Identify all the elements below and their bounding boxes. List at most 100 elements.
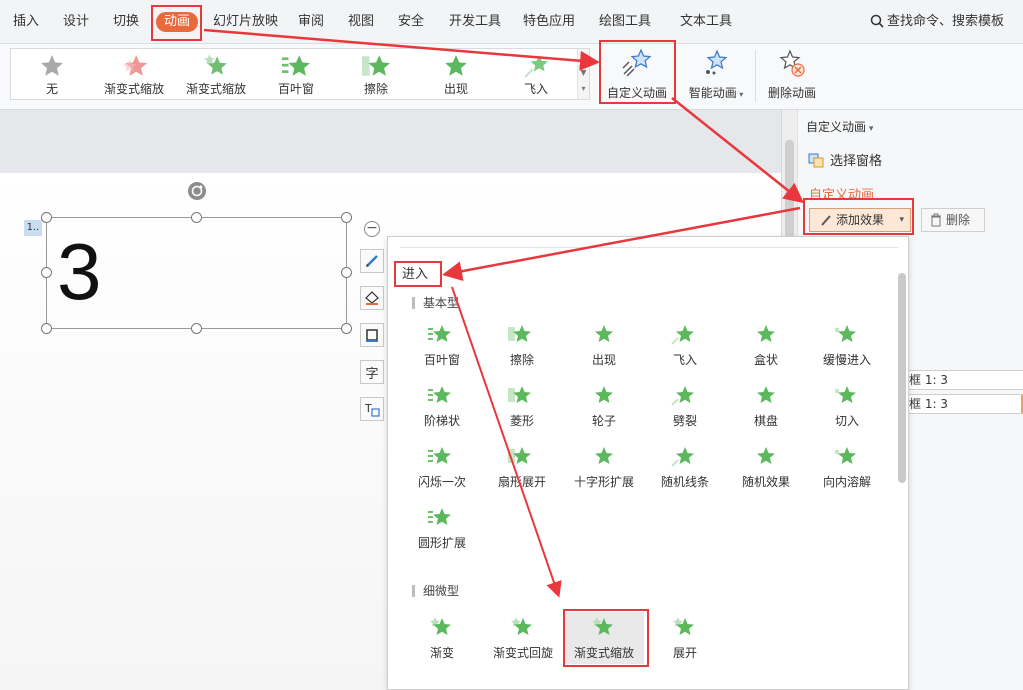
scroll-down-icon[interactable]: ▼ <box>578 65 589 81</box>
gallery-item-fly-in[interactable]: 飞入 <box>501 52 571 98</box>
collapse-toolbar-icon[interactable]: − <box>364 221 380 237</box>
effect-item-label: 切入 <box>807 412 887 429</box>
subtle-effect-item[interactable]: 展开 <box>645 612 725 664</box>
rotate-handle-icon[interactable] <box>188 182 206 200</box>
dropdown-scrollbar[interactable] <box>898 273 906 483</box>
menu-insert[interactable]: 插入 <box>13 12 39 32</box>
effect-item[interactable]: 闪烁一次 <box>402 441 482 493</box>
resize-handle[interactable] <box>191 212 202 223</box>
text-box-content: 3 <box>57 224 102 320</box>
effect-star-icon <box>428 383 456 407</box>
menu-developer[interactable]: 开发工具 <box>449 12 501 32</box>
resize-handle[interactable] <box>41 212 52 223</box>
gallery-item-fade-zoom-2[interactable]: 渐变式缩放 <box>179 52 253 98</box>
wipe-star-icon <box>362 53 390 79</box>
menu-slideshow[interactable]: 幻灯片放映 <box>213 12 278 32</box>
effect-star-icon <box>833 444 861 468</box>
effect-item[interactable]: 圆形扩展 <box>402 502 482 554</box>
effect-item-label: 随机效果 <box>726 473 806 490</box>
menu-text-tools[interactable]: 文本工具 <box>680 12 732 32</box>
effect-star-icon <box>590 322 618 346</box>
delete-effect-button[interactable]: 删除 <box>921 208 985 232</box>
effect-item-label: 圆形扩展 <box>402 534 482 551</box>
effect-item[interactable]: 随机效果 <box>726 441 806 493</box>
group-subtle-label: 细微型 <box>412 585 459 597</box>
gallery-item-wipe[interactable]: 擦除 <box>341 52 411 98</box>
pen-tool-icon[interactable] <box>360 249 384 273</box>
effect-item-label: 缓慢进入 <box>807 351 887 368</box>
effect-item-label: 随机线条 <box>645 473 725 490</box>
effect-item[interactable]: 擦除 <box>482 319 562 371</box>
effect-star-icon <box>508 322 536 346</box>
effect-item[interactable]: 飞入 <box>645 319 725 371</box>
menu-view[interactable]: 视图 <box>348 12 374 32</box>
pane-title[interactable]: 自定义动画 ▾ <box>806 118 873 135</box>
resize-handle[interactable] <box>341 212 352 223</box>
effect-item[interactable]: 十字形扩展 <box>564 441 644 493</box>
fill-tool-icon[interactable] <box>360 286 384 310</box>
effect-item-label: 劈裂 <box>645 412 725 429</box>
effect-item[interactable]: 向内溶解 <box>807 441 887 493</box>
text-style-tool-icon[interactable]: 字 <box>360 360 384 384</box>
effect-item[interactable]: 随机线条 <box>645 441 725 493</box>
animation-gallery: 无 渐变式缩放 渐变式缩放 百叶窗 擦除 出现 飞入 ▲ ▼ ▾ <box>10 48 590 100</box>
effect-item[interactable]: 轮子 <box>564 380 644 432</box>
animation-order-tag[interactable]: 1.. <box>24 220 42 236</box>
resize-handle[interactable] <box>191 323 202 334</box>
smart-animation-button[interactable]: 智能动画 ▾ <box>683 48 749 104</box>
highlight-entrance <box>394 261 442 287</box>
search-label: 查找命令、搜索模板 <box>887 14 1004 29</box>
gallery-item-label: 无 <box>17 80 87 97</box>
effect-star-icon <box>428 444 456 468</box>
text-box[interactable]: 3 <box>46 217 347 329</box>
gallery-expand-icon[interactable]: ▾ <box>578 81 589 97</box>
effect-item[interactable]: 出现 <box>564 319 644 371</box>
select-pane-button[interactable]: 选择窗格 <box>808 150 882 169</box>
effect-item[interactable]: 缓慢进入 <box>807 319 887 371</box>
gallery-item-appear[interactable]: 出现 <box>421 52 491 98</box>
resize-handle[interactable] <box>341 267 352 278</box>
pane-title-text: 自定义动画 <box>806 120 866 134</box>
effect-item[interactable]: 盒状 <box>726 319 806 371</box>
gallery-item-none[interactable]: 无 <box>17 52 87 98</box>
resize-handle[interactable] <box>41 323 52 334</box>
animation-ribbon: 无 渐变式缩放 渐变式缩放 百叶窗 擦除 出现 飞入 ▲ ▼ ▾ <box>0 44 1023 110</box>
gallery-item-blinds[interactable]: 百叶窗 <box>261 52 331 98</box>
effect-item[interactable]: 菱形 <box>482 380 562 432</box>
effect-item[interactable]: 切入 <box>807 380 887 432</box>
text-box-tool-icon[interactable]: T <box>360 397 384 421</box>
effect-item-label: 展开 <box>645 644 725 661</box>
smart-animation-text: 智能动画 <box>689 86 737 100</box>
effect-item[interactable]: 扇形展开 <box>482 441 562 493</box>
effect-star-icon <box>752 322 780 346</box>
scroll-up-icon[interactable]: ▲ <box>578 49 589 65</box>
subtle-effect-item[interactable]: 渐变 <box>402 612 482 664</box>
menu-security[interactable]: 安全 <box>398 12 424 32</box>
animation-list-item[interactable]: 框 1: 3 <box>906 394 1023 414</box>
appear-star-icon <box>443 53 469 79</box>
effect-item[interactable]: 阶梯状 <box>402 380 482 432</box>
subtle-effect-item[interactable]: 渐变式回旋 <box>483 612 563 664</box>
pane-scroll-thumb[interactable] <box>785 140 794 240</box>
effect-star-icon <box>752 383 780 407</box>
command-search[interactable]: 查找命令、搜索模板 <box>870 12 1004 32</box>
menu-review[interactable]: 审阅 <box>298 12 324 32</box>
resize-handle[interactable] <box>341 323 352 334</box>
menu-drawing-tools[interactable]: 绘图工具 <box>599 12 651 32</box>
menu-features[interactable]: 特色应用 <box>523 12 575 32</box>
delete-animation-icon <box>777 48 807 78</box>
menu-transition[interactable]: 切换 <box>113 12 139 32</box>
effect-item[interactable]: 劈裂 <box>645 380 725 432</box>
outline-tool-icon[interactable] <box>360 323 384 347</box>
delete-animation-button[interactable]: 删除动画 <box>763 48 821 104</box>
gallery-item-fade-zoom-1[interactable]: 渐变式缩放 <box>97 52 171 98</box>
effect-item[interactable]: 百叶窗 <box>402 319 482 371</box>
fly-in-star-icon <box>523 53 549 79</box>
gallery-scrollbar[interactable]: ▲ ▼ ▾ <box>577 49 589 99</box>
resize-handle[interactable] <box>41 267 52 278</box>
highlight-animation-tab <box>151 5 202 41</box>
menu-design[interactable]: 设计 <box>63 12 89 32</box>
effect-star-icon <box>590 383 618 407</box>
effect-item[interactable]: 棋盘 <box>726 380 806 432</box>
animation-list-item[interactable]: 框 1: 3 <box>906 370 1023 390</box>
